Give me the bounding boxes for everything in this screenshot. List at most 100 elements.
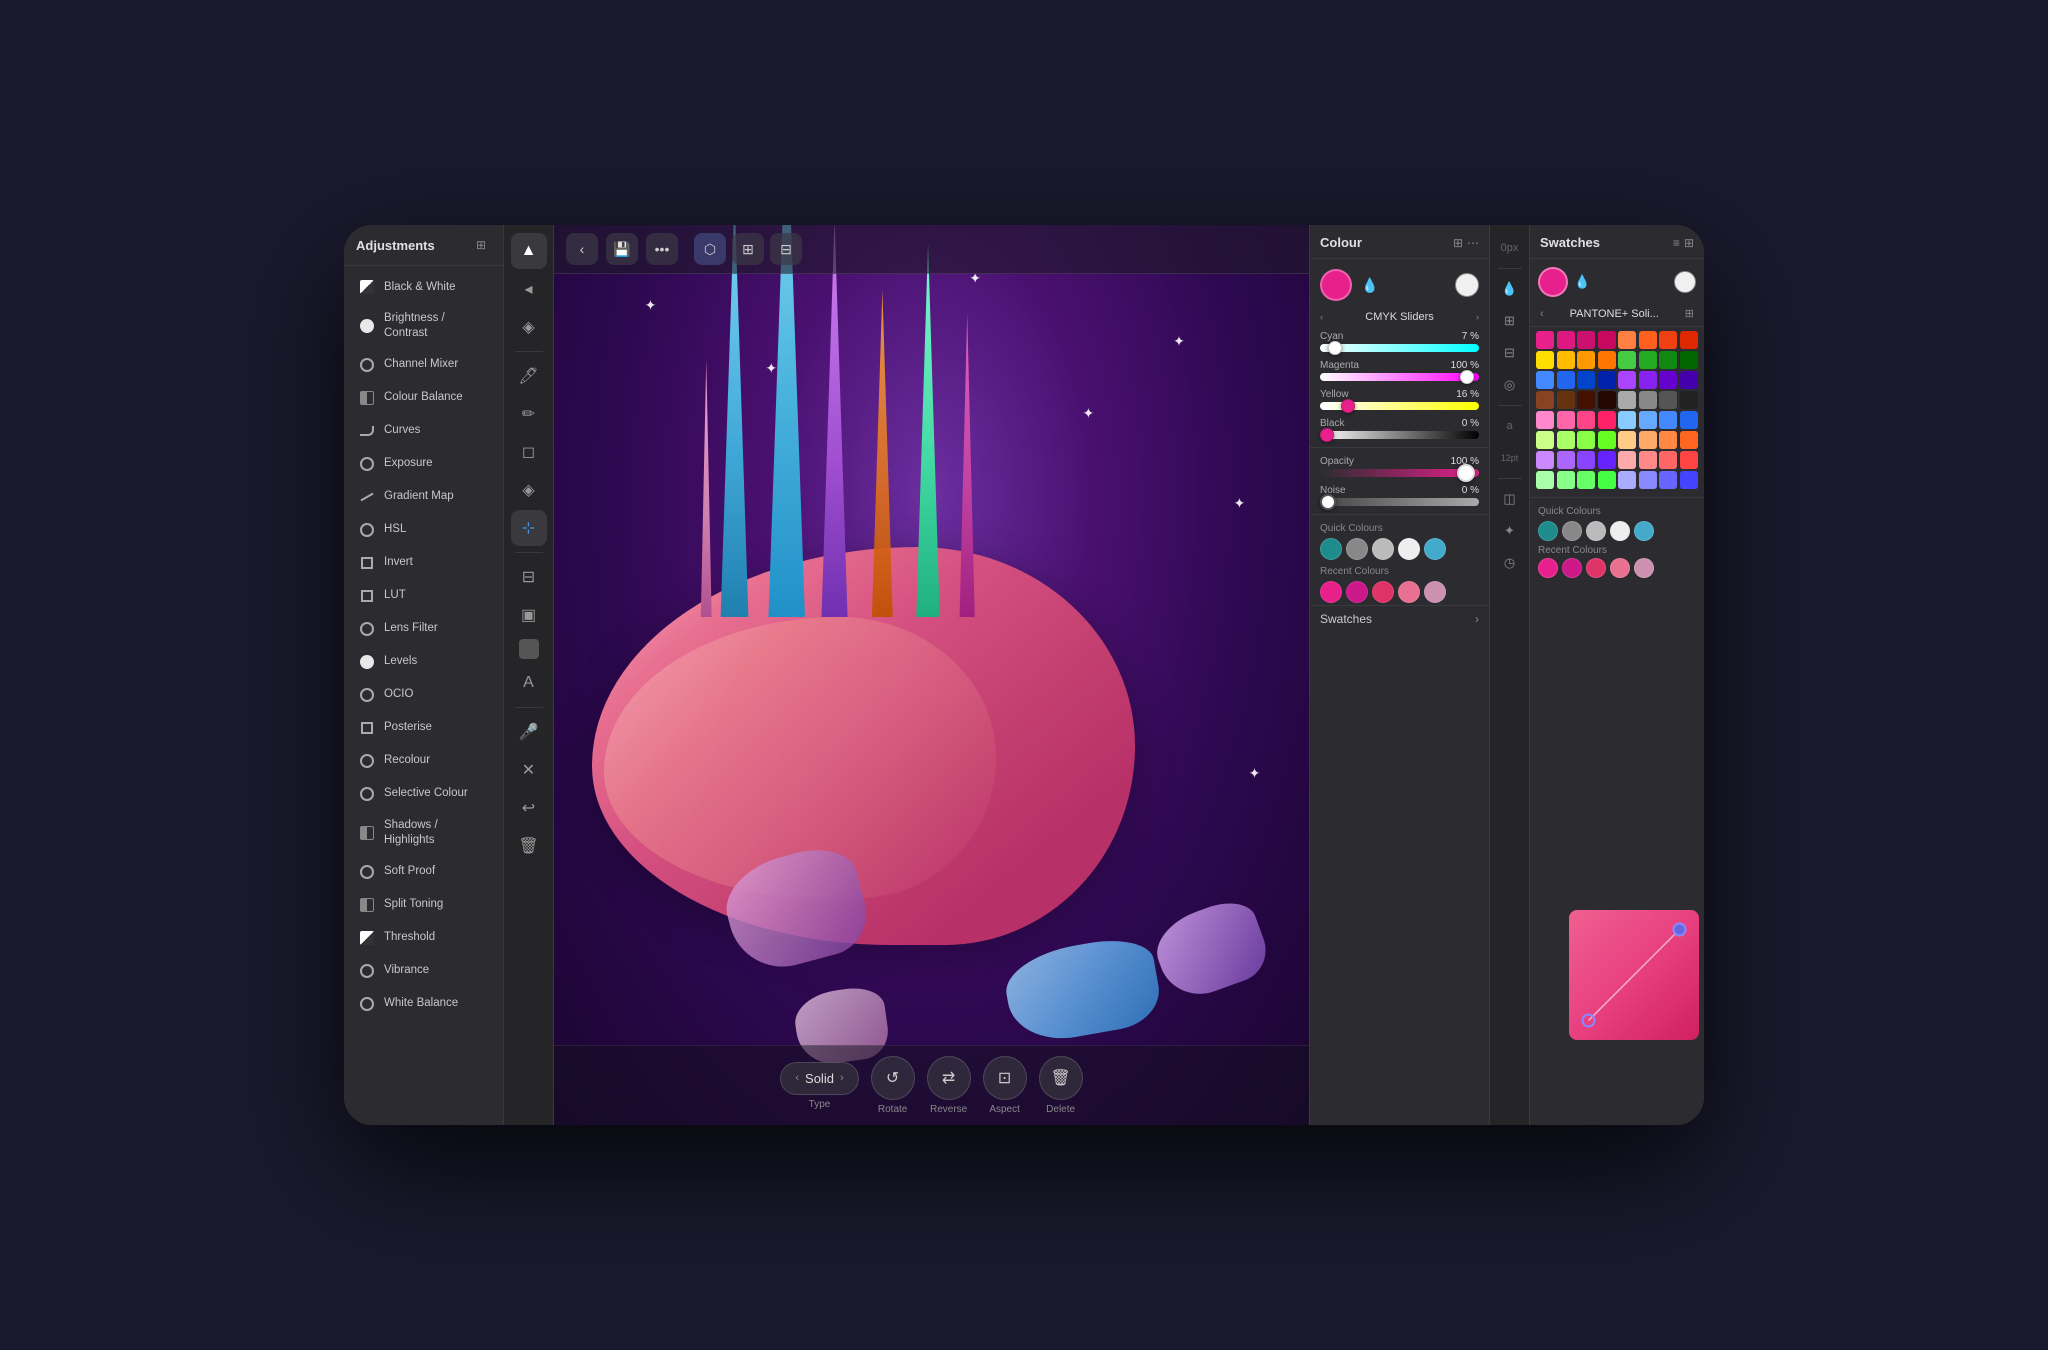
swatch-33[interactable]	[1557, 411, 1575, 429]
tool-fill[interactable]: ◈	[511, 472, 547, 508]
swatch-4[interactable]	[1618, 331, 1636, 349]
swatch-24[interactable]	[1536, 391, 1554, 409]
adj-item-curves[interactable]: Curves	[348, 415, 499, 447]
swatch-35[interactable]	[1598, 411, 1616, 429]
adj-item-posterise[interactable]: Posterise	[348, 712, 499, 744]
adj-item-ocio[interactable]: OCIO	[348, 679, 499, 711]
tool-eraser[interactable]: ◻	[511, 434, 547, 470]
opacity-thumb[interactable]	[1457, 464, 1475, 482]
rt-btn-1[interactable]: 0px	[1495, 233, 1525, 263]
swatch-29[interactable]	[1639, 391, 1657, 409]
recent-colour-4[interactable]	[1424, 581, 1446, 603]
swatch-41[interactable]	[1557, 431, 1575, 449]
adj-item-levels[interactable]: Levels	[348, 646, 499, 678]
adj-item-shadows-highlights[interactable]: Shadows / Highlights	[348, 811, 499, 855]
far-quick-colour-1[interactable]	[1562, 521, 1582, 541]
swatch-13[interactable]	[1639, 351, 1657, 369]
swatch-11[interactable]	[1598, 351, 1616, 369]
swatch-38[interactable]	[1659, 411, 1677, 429]
tool-close[interactable]: ✕	[511, 752, 547, 788]
swatch-54[interactable]	[1659, 451, 1677, 469]
swatch-63[interactable]	[1680, 471, 1698, 489]
swatch-39[interactable]	[1680, 411, 1698, 429]
swatches-expand-icon[interactable]: ⊞	[1684, 236, 1694, 250]
swatch-62[interactable]	[1659, 471, 1677, 489]
swatch-36[interactable]	[1618, 411, 1636, 429]
primary-colour[interactable]	[1320, 269, 1352, 301]
quick-colour-0[interactable]	[1320, 538, 1342, 560]
noise-thumb[interactable]	[1320, 494, 1336, 510]
back-button[interactable]: ‹	[566, 233, 598, 265]
swatch-3[interactable]	[1598, 331, 1616, 349]
far-recent-colour-4[interactable]	[1634, 558, 1654, 578]
yellow-thumb[interactable]	[1341, 399, 1355, 413]
cyan-track[interactable]	[1320, 344, 1479, 352]
noise-track[interactable]	[1320, 498, 1479, 506]
adj-item-lens-filter[interactable]: Lens Filter	[348, 613, 499, 645]
swatch-22[interactable]	[1659, 371, 1677, 389]
rt-grid[interactable]: ⊟	[1495, 338, 1525, 368]
swatch-6[interactable]	[1659, 331, 1677, 349]
adj-item-brightness-contrast[interactable]: Brightness / Contrast	[348, 304, 499, 348]
magenta-track[interactable]	[1320, 373, 1479, 381]
swatch-30[interactable]	[1659, 391, 1677, 409]
adj-item-vibrance[interactable]: Vibrance	[348, 955, 499, 987]
far-quick-colour-0[interactable]	[1538, 521, 1558, 541]
adj-item-gradient-map[interactable]: Gradient Map	[348, 481, 499, 513]
swatch-1[interactable]	[1557, 331, 1575, 349]
black-track[interactable]	[1320, 431, 1479, 439]
swatch-25[interactable]	[1557, 391, 1575, 409]
magenta-thumb[interactable]	[1460, 370, 1474, 384]
swatch-18[interactable]	[1577, 371, 1595, 389]
tool-mic[interactable]: 🎤	[511, 714, 547, 750]
adj-item-split-toning[interactable]: Split Toning	[348, 889, 499, 921]
swatch-7[interactable]	[1680, 331, 1698, 349]
swatch-48[interactable]	[1536, 451, 1554, 469]
tool-text[interactable]: A	[511, 665, 547, 701]
far-recent-colour-1[interactable]	[1562, 558, 1582, 578]
sw-eyedropper[interactable]: 💧	[1574, 274, 1590, 290]
swatch-21[interactable]	[1639, 371, 1657, 389]
sw-white-circle[interactable]	[1674, 271, 1696, 293]
adj-item-channel-mixer[interactable]: Channel Mixer	[348, 349, 499, 381]
swatch-32[interactable]	[1536, 411, 1554, 429]
recent-colour-3[interactable]	[1398, 581, 1420, 603]
swatch-5[interactable]	[1639, 331, 1657, 349]
swatch-42[interactable]	[1577, 431, 1595, 449]
rt-palette[interactable]: ◫	[1495, 484, 1525, 514]
swatch-16[interactable]	[1536, 371, 1554, 389]
rt-text[interactable]: a	[1495, 411, 1525, 441]
swatch-61[interactable]	[1639, 471, 1657, 489]
swatch-26[interactable]	[1577, 391, 1595, 409]
swatch-52[interactable]	[1618, 451, 1636, 469]
far-recent-colour-3[interactable]	[1610, 558, 1630, 578]
rt-layers[interactable]: ⊞	[1495, 306, 1525, 336]
tool-cursor[interactable]: ◈	[511, 309, 547, 345]
tool-color[interactable]	[519, 639, 539, 659]
pantone-prev[interactable]: ‹	[1540, 308, 1544, 320]
swatch-23[interactable]	[1680, 371, 1698, 389]
swatch-10[interactable]	[1577, 351, 1595, 369]
solid-selector[interactable]: ‹ Solid ›	[780, 1062, 858, 1095]
swatch-45[interactable]	[1639, 431, 1657, 449]
adj-item-black-white[interactable]: Black & White	[348, 271, 499, 303]
swatch-15[interactable]	[1680, 351, 1698, 369]
swatch-53[interactable]	[1639, 451, 1657, 469]
rt-eyedropper[interactable]: 💧	[1495, 274, 1525, 304]
secondary-colour[interactable]	[1455, 273, 1479, 297]
swatch-44[interactable]	[1618, 431, 1636, 449]
far-recent-colour-0[interactable]	[1538, 558, 1558, 578]
far-recent-colour-2[interactable]	[1586, 558, 1606, 578]
more-button[interactable]: •••	[646, 233, 678, 265]
swatch-40[interactable]	[1536, 431, 1554, 449]
swatch-0[interactable]	[1536, 331, 1554, 349]
swatch-28[interactable]	[1618, 391, 1636, 409]
save-button[interactable]: 💾	[606, 233, 638, 265]
black-thumb[interactable]	[1320, 428, 1334, 442]
tool-snap-btn[interactable]: ⊟	[770, 233, 802, 265]
swatch-47[interactable]	[1680, 431, 1698, 449]
swatch-31[interactable]	[1680, 391, 1698, 409]
tool-undo[interactable]: ↩	[511, 790, 547, 826]
gradient-box[interactable]	[1569, 910, 1699, 1040]
tool-brush[interactable]: ✏	[511, 396, 547, 432]
